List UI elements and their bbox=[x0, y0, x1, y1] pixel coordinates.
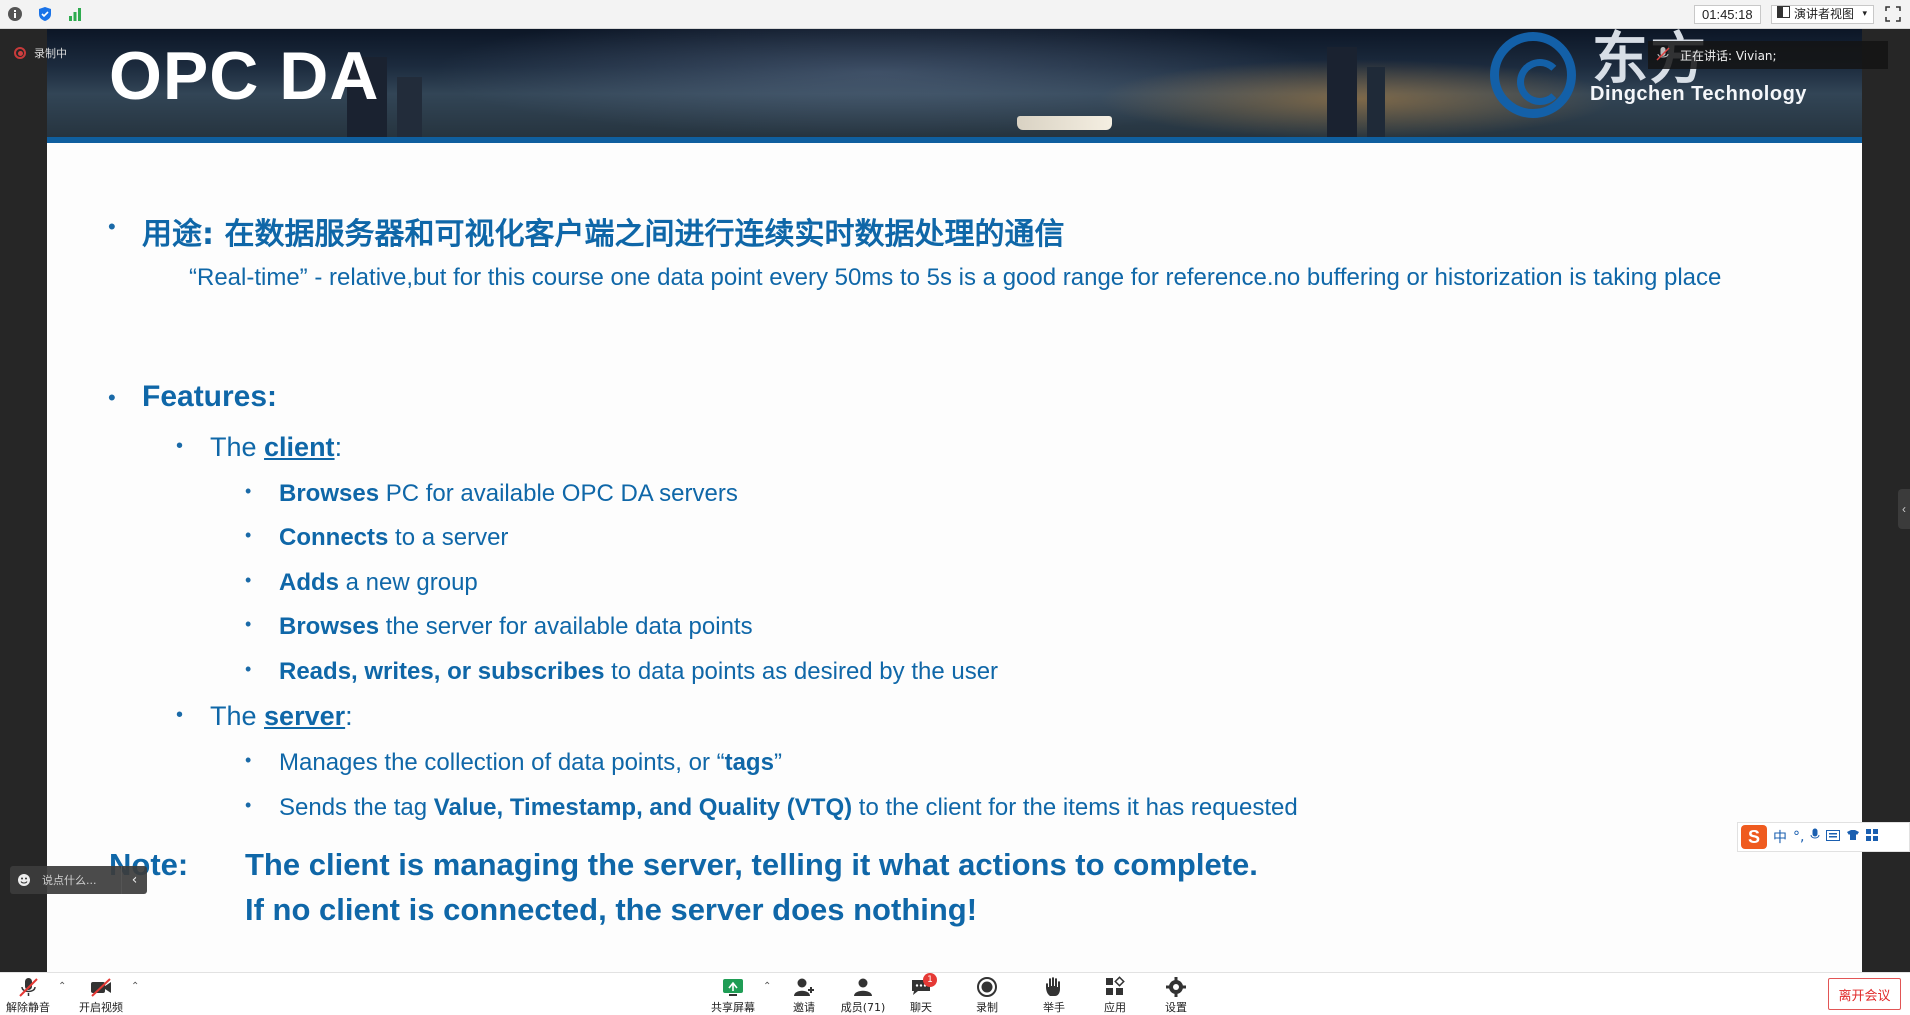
signal-icon[interactable] bbox=[66, 5, 84, 23]
skin-icon[interactable] bbox=[1846, 828, 1860, 846]
unmute-label: 解除静音 bbox=[6, 1001, 50, 1014]
client-item-1: Browses PC for available OPC DA servers bbox=[279, 480, 738, 507]
share-screen-button[interactable]: 共享屏幕 bbox=[705, 976, 761, 1015]
speaking-indicator: 正在讲话: Vivian; bbox=[1648, 41, 1888, 69]
leave-meeting-button[interactable]: 离开会议 bbox=[1828, 978, 1901, 1010]
meeting-timer: 01:45:18 bbox=[1694, 5, 1761, 24]
chat-placeholder[interactable]: 说点什么... bbox=[38, 872, 121, 888]
server-word: server bbox=[264, 701, 346, 731]
server-item-2: Sends the tag Value, Timestamp, and Qual… bbox=[279, 794, 1298, 821]
ime-toolbar[interactable]: S 中 °, bbox=[1737, 822, 1910, 852]
apps-grid-icon bbox=[1103, 976, 1127, 999]
note-line-2: If no client is connected, the server do… bbox=[245, 892, 978, 927]
unmute-button[interactable]: 解除静音 bbox=[0, 976, 56, 1015]
bullet-icon: • bbox=[245, 659, 252, 679]
chat-button[interactable]: 1 聊天 bbox=[893, 973, 949, 1015]
speaking-label: 正在讲话: Vivian; bbox=[1680, 48, 1777, 63]
raise-hand-label: 举手 bbox=[1043, 1001, 1065, 1014]
record-label: 录制 bbox=[976, 1001, 998, 1014]
toolbox-icon[interactable] bbox=[1866, 828, 1879, 846]
ime-language-toggle[interactable]: 中 bbox=[1773, 827, 1787, 847]
view-mode-button[interactable]: 演讲者视图 ▾ bbox=[1771, 5, 1874, 24]
client-item-5: Reads, writes, or subscribes to data poi… bbox=[279, 658, 999, 685]
video-off-icon bbox=[89, 976, 113, 999]
members-button[interactable]: 成员(71) bbox=[835, 976, 891, 1015]
chevron-up-icon[interactable]: ⌃ bbox=[58, 981, 66, 992]
chat-unread-badge: 1 bbox=[923, 973, 937, 987]
record-button[interactable]: 录制 bbox=[959, 976, 1015, 1015]
share-screen-icon bbox=[721, 976, 745, 999]
apps-label: 应用 bbox=[1104, 1001, 1126, 1014]
note-line-1: The client is managing the server, telli… bbox=[245, 847, 1258, 882]
user-icon bbox=[851, 976, 875, 999]
record-icon bbox=[975, 976, 999, 999]
raise-hand-button[interactable]: 举手 bbox=[1026, 976, 1082, 1015]
bullet-icon: • bbox=[245, 525, 252, 545]
chevron-up-icon[interactable]: ⌃ bbox=[763, 981, 771, 992]
chevron-left-icon[interactable]: ‹ bbox=[121, 866, 147, 894]
client-item-2: Connects to a server bbox=[279, 524, 509, 551]
sogou-logo-icon[interactable]: S bbox=[1741, 825, 1767, 849]
microphone-icon[interactable] bbox=[1810, 828, 1820, 847]
muted-mic-icon bbox=[17, 976, 39, 999]
emoji-icon[interactable] bbox=[10, 873, 38, 887]
recording-label: 录制中 bbox=[34, 47, 67, 60]
hand-icon bbox=[1042, 976, 1066, 999]
realtime-description: “Real-time” - relative,but for this cour… bbox=[189, 264, 1722, 291]
info-icon[interactable] bbox=[6, 5, 24, 23]
record-dot-icon bbox=[14, 47, 26, 59]
punctuation-icon[interactable]: °, bbox=[1793, 829, 1804, 845]
chevron-down-icon: ▾ bbox=[1862, 9, 1867, 19]
shield-icon[interactable] bbox=[36, 5, 54, 23]
client-heading: The client: bbox=[210, 432, 343, 462]
add-user-icon bbox=[792, 976, 816, 999]
side-panel-handle[interactable]: ‹ bbox=[1898, 489, 1910, 529]
bullet-icon: • bbox=[108, 385, 116, 410]
gear-icon bbox=[1164, 976, 1188, 999]
start-video-label: 开启视频 bbox=[79, 1001, 123, 1014]
bullet-icon: • bbox=[245, 570, 252, 590]
recording-indicator[interactable]: 录制中 bbox=[14, 45, 67, 61]
chevron-up-icon[interactable]: ⌃ bbox=[131, 981, 139, 992]
layout-icon bbox=[1777, 6, 1790, 23]
members-label: 成员(71) bbox=[840, 1001, 886, 1014]
top-bar: 01:45:18 演讲者视图 ▾ bbox=[0, 0, 1910, 29]
fullscreen-icon[interactable] bbox=[1885, 6, 1903, 24]
bullet-icon: • bbox=[245, 750, 252, 770]
purpose-heading: 用途: 在数据服务器和可视化客户端之间进行连续实时数据处理的通信 bbox=[142, 217, 1065, 252]
settings-button[interactable]: 设置 bbox=[1148, 976, 1204, 1015]
keyboard-icon[interactable] bbox=[1826, 828, 1841, 846]
features-heading: Features: bbox=[142, 380, 278, 413]
shared-slide: OPC DA 东方 Dingchen Technology • 用途: 在数据服… bbox=[47, 29, 1862, 972]
client-word: client bbox=[264, 432, 335, 462]
chat-label: 聊天 bbox=[910, 1001, 932, 1014]
bullet-icon: • bbox=[245, 614, 252, 634]
start-video-button[interactable]: 开启视频 bbox=[73, 976, 129, 1015]
server-heading: The server: bbox=[210, 701, 353, 731]
slide-content: • 用途: 在数据服务器和可视化客户端之间进行连续实时数据处理的通信 “Real… bbox=[47, 29, 1862, 972]
muted-mic-icon bbox=[1656, 46, 1670, 65]
view-mode-label: 演讲者视图 bbox=[1794, 7, 1855, 21]
apps-button[interactable]: 应用 bbox=[1087, 976, 1143, 1015]
invite-button[interactable]: 邀请 bbox=[776, 976, 832, 1015]
invite-label: 邀请 bbox=[793, 1001, 815, 1014]
client-item-4: Browses the server for available data po… bbox=[279, 613, 753, 640]
chat-quick-input[interactable]: 说点什么... ‹ bbox=[10, 866, 147, 894]
bullet-icon: • bbox=[176, 435, 184, 457]
bullet-icon: • bbox=[245, 795, 252, 815]
share-screen-label: 共享屏幕 bbox=[711, 1001, 755, 1014]
bullet-icon: • bbox=[176, 704, 184, 726]
client-item-3: Adds a new group bbox=[279, 569, 478, 596]
bullet-icon: • bbox=[108, 214, 116, 239]
meeting-controls-bar: 解除静音 ⌃ 开启视频 ⌃ 共享屏幕 ⌃ 邀请 成员(71) 1 聊天 录制 举… bbox=[0, 972, 1910, 1015]
settings-label: 设置 bbox=[1165, 1001, 1187, 1014]
server-item-1: Manages the collection of data points, o… bbox=[279, 749, 782, 776]
bullet-icon: • bbox=[245, 481, 252, 501]
